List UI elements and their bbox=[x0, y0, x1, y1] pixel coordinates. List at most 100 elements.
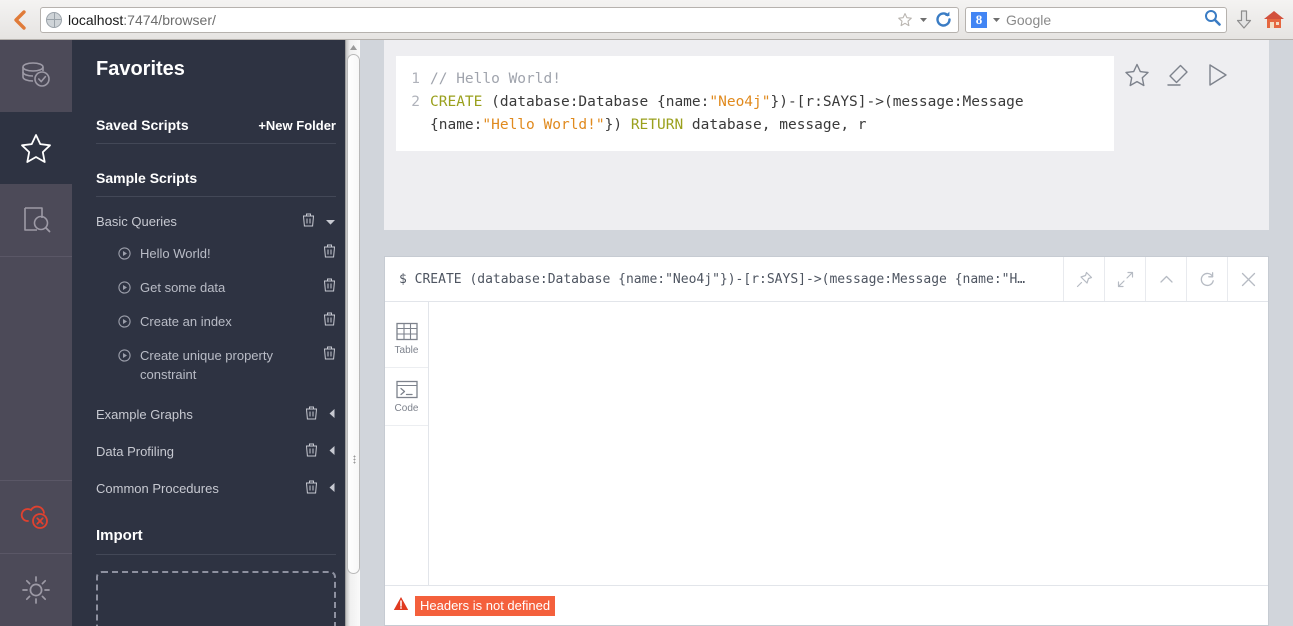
script-label-wrap: Get some data bbox=[118, 278, 225, 299]
browser-toolbar: localhost:7474/browser/ 8 Google bbox=[0, 0, 1293, 40]
folder-label: Example Graphs bbox=[96, 407, 193, 422]
code-seg-c: }) bbox=[604, 117, 631, 133]
chevron-left-icon[interactable] bbox=[328, 444, 336, 459]
chevron-left-icon[interactable] bbox=[328, 407, 336, 422]
scroll-up-arrow-icon[interactable] bbox=[346, 40, 360, 54]
drawer-content: Favorites Saved Scripts +New Folder Samp… bbox=[72, 40, 360, 626]
trash-icon[interactable] bbox=[305, 443, 318, 460]
trash-icon[interactable] bbox=[323, 312, 336, 329]
download-arrow-icon[interactable] bbox=[1231, 5, 1257, 35]
collapse-icon[interactable] bbox=[1145, 257, 1186, 301]
list-item[interactable]: Create an index bbox=[118, 312, 336, 333]
play-circle-icon[interactable] bbox=[118, 348, 131, 367]
view-tabs: Table Code bbox=[385, 302, 429, 585]
trash-icon[interactable] bbox=[305, 480, 318, 497]
magnifier-icon[interactable] bbox=[1204, 9, 1221, 31]
new-folder-button[interactable]: +New Folder bbox=[258, 118, 336, 133]
frame-title: $ CREATE (database:Database {name:"Neo4j… bbox=[399, 271, 1026, 287]
list-item[interactable]: Create unique property constraint bbox=[118, 346, 336, 384]
saved-scripts-header: Saved Scripts +New Folder bbox=[96, 117, 336, 144]
frame-header: $ CREATE (database:Database {name:"Neo4j… bbox=[385, 257, 1268, 302]
expand-icon[interactable] bbox=[1104, 257, 1145, 301]
tab-code[interactable]: Code bbox=[385, 368, 428, 426]
folder-row-data-profiling[interactable]: Data Profiling bbox=[96, 443, 336, 460]
pin-icon[interactable] bbox=[1063, 257, 1104, 301]
folder-label: Common Procedures bbox=[96, 481, 219, 496]
trash-icon[interactable] bbox=[323, 346, 336, 363]
sidebar-item-database[interactable] bbox=[0, 40, 72, 112]
toolbar-right: 8 Google bbox=[965, 5, 1287, 35]
drawer-scrollbar[interactable] bbox=[345, 40, 360, 626]
trash-icon[interactable] bbox=[302, 213, 315, 230]
import-title: Import bbox=[96, 527, 143, 544]
refresh-icon[interactable] bbox=[1186, 257, 1227, 301]
chevron-left-icon[interactable] bbox=[328, 481, 336, 496]
result-pane bbox=[429, 302, 1268, 585]
list-item[interactable]: Hello World! bbox=[118, 244, 336, 265]
sample-scripts-title: Sample Scripts bbox=[96, 170, 198, 186]
search-engine-dropdown-icon[interactable] bbox=[992, 15, 1001, 24]
folder-label: Data Profiling bbox=[96, 444, 175, 459]
folder-row-common-procedures[interactable]: Common Procedures bbox=[96, 480, 336, 497]
sidebar-item-settings[interactable] bbox=[0, 554, 72, 626]
keyword-create: CREATE bbox=[430, 94, 483, 110]
string-hello-world: "Hello World!" bbox=[482, 117, 605, 133]
code-seg-a: (database:Database {name: bbox=[482, 94, 710, 110]
close-icon[interactable] bbox=[1227, 257, 1268, 301]
code-icon bbox=[395, 380, 418, 398]
url-bar[interactable]: localhost:7474/browser/ bbox=[40, 6, 959, 33]
status-error-message: Headers is not defined bbox=[415, 595, 556, 616]
favorite-icon[interactable] bbox=[1124, 62, 1150, 93]
search-bar[interactable]: 8 Google bbox=[965, 6, 1227, 33]
list-item[interactable]: Get some data bbox=[118, 278, 336, 299]
line-number: 2 bbox=[411, 94, 420, 110]
script-label-wrap: Hello World! bbox=[118, 244, 211, 265]
bookmark-dropdown-icon[interactable] bbox=[919, 15, 928, 24]
sidebar-item-documents[interactable] bbox=[0, 184, 72, 256]
frame-status-bar: Headers is not defined bbox=[385, 585, 1268, 625]
sidebar-item-cloud[interactable] bbox=[0, 481, 72, 553]
star-icon bbox=[21, 133, 51, 163]
eraser-icon[interactable] bbox=[1164, 62, 1190, 93]
scrollbar-grip bbox=[353, 455, 356, 464]
sample-scripts-header: Sample Scripts bbox=[96, 170, 336, 197]
run-icon[interactable] bbox=[1204, 62, 1230, 93]
url-text: localhost:7474/browser/ bbox=[68, 12, 891, 28]
favorites-drawer: Favorites Saved Scripts +New Folder Samp… bbox=[72, 40, 360, 626]
search-input[interactable]: Google bbox=[1006, 12, 1199, 28]
script-label: Hello World! bbox=[140, 246, 211, 261]
folder-controls bbox=[305, 480, 336, 497]
folder-controls bbox=[305, 406, 336, 423]
sidebar-item-favorites[interactable] bbox=[0, 112, 72, 184]
play-circle-icon[interactable] bbox=[118, 280, 131, 299]
trash-icon[interactable] bbox=[323, 278, 336, 295]
play-circle-icon[interactable] bbox=[118, 314, 131, 333]
back-button[interactable] bbox=[6, 5, 34, 35]
app-body: Favorites Saved Scripts +New Folder Samp… bbox=[0, 40, 1293, 626]
script-label-wrap: Create an index bbox=[118, 312, 232, 333]
database-check-icon bbox=[22, 62, 50, 87]
bookmark-star-icon[interactable] bbox=[897, 12, 913, 28]
folder-label: Basic Queries bbox=[96, 214, 177, 229]
scrollbar-thumb[interactable] bbox=[347, 54, 360, 574]
folder-controls bbox=[302, 213, 336, 230]
code-statement: CREATE (database:Database {name:"Neo4j"}… bbox=[430, 91, 1100, 137]
script-label: Create an index bbox=[140, 314, 232, 329]
import-dropzone[interactable] bbox=[96, 571, 336, 626]
home-icon[interactable] bbox=[1261, 5, 1287, 35]
tab-table[interactable]: Table bbox=[385, 310, 428, 368]
tab-table-label: Table bbox=[394, 344, 419, 356]
line-number: 1 bbox=[411, 71, 420, 87]
chevron-down-icon[interactable] bbox=[325, 214, 336, 229]
cypher-editor[interactable]: 1 // Hello World! 2 CREATE (database:Dat… bbox=[396, 56, 1114, 151]
trash-icon[interactable] bbox=[323, 244, 336, 261]
google-g-logo: 8 bbox=[971, 11, 987, 28]
folder-row-basic-queries[interactable]: Basic Queries bbox=[96, 213, 336, 230]
play-circle-icon[interactable] bbox=[118, 246, 131, 265]
frame-body: Table Code bbox=[385, 302, 1268, 585]
icon-rail bbox=[0, 40, 72, 626]
rail-spacer bbox=[0, 256, 72, 480]
reload-icon[interactable] bbox=[934, 10, 953, 29]
folder-row-example-graphs[interactable]: Example Graphs bbox=[96, 406, 336, 423]
trash-icon[interactable] bbox=[305, 406, 318, 423]
